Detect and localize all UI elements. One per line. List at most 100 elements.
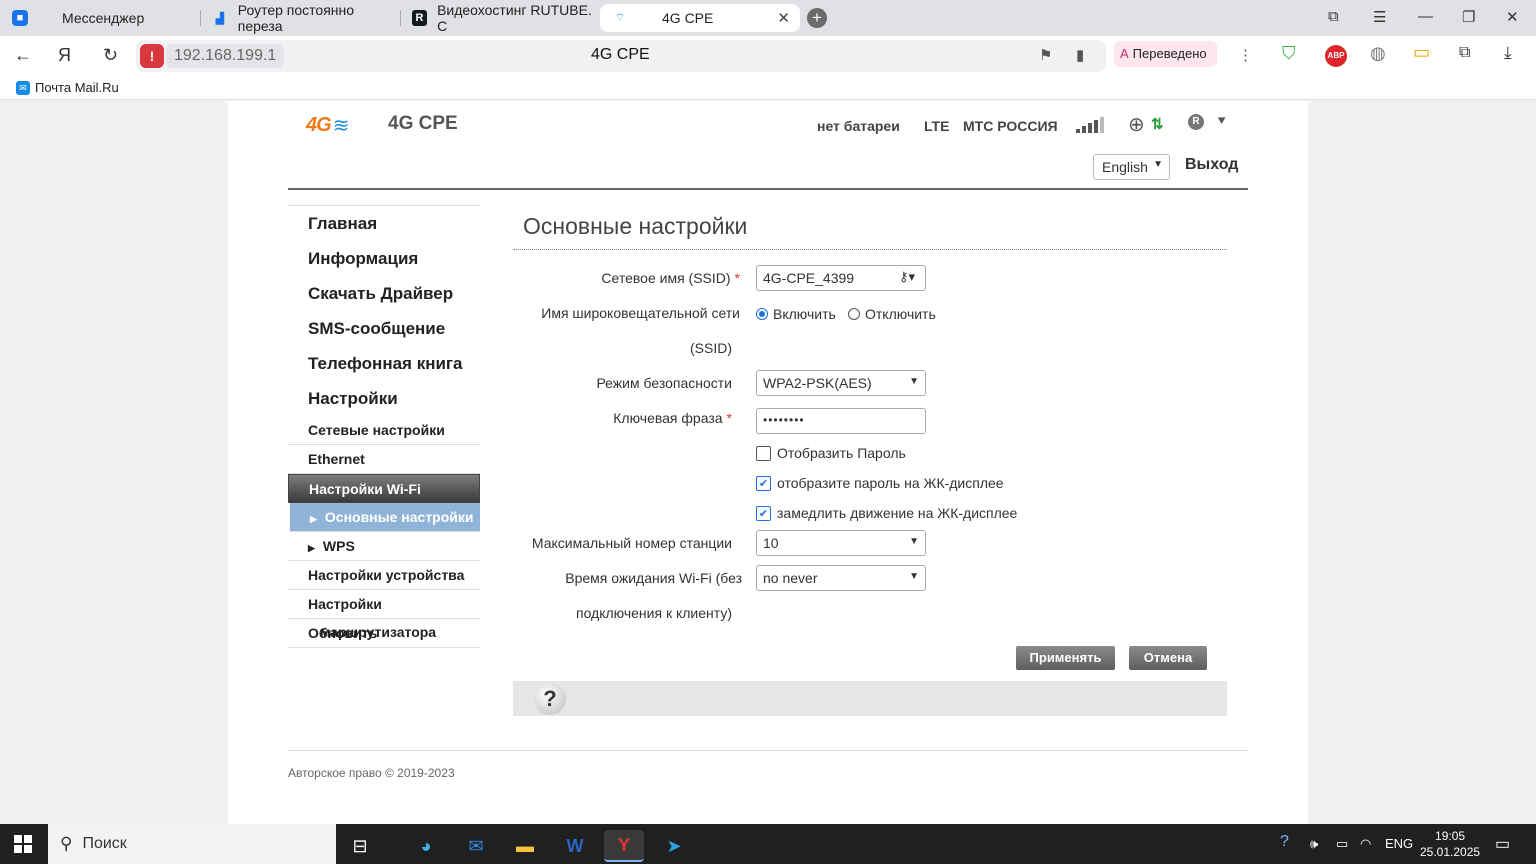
help-tray-icon[interactable]: ? <box>1280 833 1289 851</box>
submenu-settings[interactable]: Настройки <box>288 590 480 619</box>
checkmark-icon: ✔ <box>756 475 771 491</box>
submenu-ethernet[interactable]: Ethernet <box>288 445 480 474</box>
close-icon[interactable]: ✕ <box>777 9 790 27</box>
submenu-update-router[interactable]: Обновить маршрутизатора <box>288 619 480 648</box>
max-station-label: Максимальный номер станции <box>531 535 732 551</box>
menu-info[interactable]: Информация <box>288 241 480 276</box>
menu-home[interactable]: Главная <box>288 206 480 241</box>
submenu-device[interactable]: Настройки устройства <box>288 561 480 590</box>
windows-start-icon[interactable] <box>14 835 32 853</box>
yandex-browser-icon[interactable]: Y <box>604 830 644 862</box>
more-icon[interactable]: ⋮ <box>1238 46 1253 64</box>
minimize-icon[interactable]: — <box>1418 8 1433 25</box>
file-explorer-icon[interactable]: ▬ <box>505 830 545 862</box>
omnibox[interactable]: ! 192.168.199.1 4G CPE ⚑ ▮ <box>136 40 1106 72</box>
wifi-tray-icon[interactable]: ◠ <box>1360 836 1371 852</box>
wifi-wps[interactable]: ▶ WPS <box>288 532 480 561</box>
task-view-icon[interactable]: ⊟ <box>340 830 380 862</box>
back-icon[interactable]: ← <box>14 45 32 66</box>
broadcast-disable-radio[interactable]: Отключить <box>848 306 936 322</box>
notifications-icon[interactable]: ▭ <box>1495 834 1510 854</box>
help-icon[interactable]: ? <box>534 683 566 715</box>
volume-icon[interactable]: 🕪 <box>1310 836 1318 852</box>
tab-router-forum[interactable]: ▟ Роутер постоянно переза <box>200 2 400 34</box>
cancel-button[interactable]: Отмена <box>1129 646 1207 670</box>
language-select[interactable]: English ▼ <box>1093 154 1170 180</box>
forum-icon: ▟ <box>215 12 225 25</box>
taskbar-search[interactable]: ⚲ Поиск <box>48 824 336 864</box>
bookmark-mail[interactable]: ✉ Почта Mail.Ru <box>16 80 119 95</box>
address-bar: ← Я ↻ ! 192.168.199.1 4G CPE ⚑ ▮ A Переве… <box>0 36 1536 76</box>
apply-button[interactable]: Применять <box>1016 646 1115 670</box>
timeout-label: Время ожидания Wi-Fi (без <box>565 570 742 586</box>
translated-button[interactable]: A Переведено <box>1114 41 1217 67</box>
reload-icon[interactable]: ↻ <box>103 45 118 66</box>
tab-rutube[interactable]: R Видеохостинг RUTUBE. С <box>400 2 596 34</box>
logo-4g: 4G <box>306 114 332 136</box>
tabs-overview-icon[interactable]: ⧉ <box>1328 8 1339 25</box>
battery-extension-icon[interactable]: ▭ <box>1413 42 1430 63</box>
menu-phonebook[interactable]: Телефонная книга <box>288 346 480 381</box>
time: 19:05 <box>1435 829 1466 843</box>
broadcast-enable-radio[interactable]: Включить <box>756 306 836 322</box>
extensions-icon[interactable]: ⧉ <box>1459 44 1470 62</box>
rutube-icon: R <box>412 10 428 26</box>
timeout-select[interactable]: no never ▼ <box>756 565 926 591</box>
passphrase-input[interactable]: •••••••• <box>756 408 926 434</box>
download-icon[interactable]: ⤓ <box>1504 43 1512 63</box>
new-tab-button[interactable]: + <box>807 8 827 28</box>
telegram-icon[interactable]: ➤ <box>654 830 694 862</box>
security-select[interactable]: WPA2-PSK(AES) ▼ <box>756 370 926 396</box>
roaming-icon: R <box>1188 114 1204 130</box>
max-station-select[interactable]: 10 ▼ <box>756 530 926 556</box>
data-transfer-icon: ⇅ <box>1151 116 1164 133</box>
title-divider <box>513 249 1227 250</box>
window-close-icon[interactable]: ✕ <box>1506 8 1519 26</box>
chevron-down-icon: ▼ <box>909 536 919 547</box>
radio-selected <box>756 308 768 320</box>
menu-icon[interactable]: ☰ <box>1373 8 1386 26</box>
ssid-input[interactable]: 4G-CPE_4399 ⚷▾ <box>756 265 926 291</box>
yandex-icon[interactable]: Я <box>58 45 71 66</box>
restore-icon[interactable]: ❐ <box>1462 8 1475 26</box>
battery-status: нет батареи <box>817 118 900 134</box>
warning-icon[interactable]: ! <box>140 44 164 68</box>
show-password-checkbox[interactable]: Отобразить Пароль <box>756 445 906 461</box>
security-label: Режим безопасности <box>596 375 732 391</box>
show-lcd-password-checkbox[interactable]: ✔ отобразите пароль на ЖК-дисплее <box>756 475 1004 491</box>
search-placeholder: Поиск <box>82 835 127 852</box>
language-value: English <box>1102 159 1148 175</box>
slow-lcd-checkbox[interactable]: ✔ замедлить движение на ЖК-дисплее <box>756 505 1017 521</box>
checkbox-label: замедлить движение на ЖК-дисплее <box>777 505 1018 521</box>
word-icon[interactable]: W <box>555 830 595 862</box>
menu-settings[interactable]: Настройки <box>288 381 480 416</box>
submenu-network[interactable]: Сетевые настройки <box>288 416 480 445</box>
chevron-down-icon: ▼ <box>1153 159 1163 170</box>
clock[interactable]: 19:05 25.01.2025 <box>1420 828 1480 860</box>
menu-driver[interactable]: Скачать Драйвер <box>288 276 480 311</box>
checkbox-unchecked <box>756 445 771 461</box>
url-text[interactable]: 192.168.199.1 <box>166 44 285 68</box>
disable-label: Отключить <box>865 306 936 322</box>
logo-wifi-icon: ≋ <box>332 115 350 137</box>
wifi-basic-settings[interactable]: ▶ Основные настройки <box>290 503 480 532</box>
battery-icon[interactable]: ▭ <box>1336 836 1348 852</box>
bookmark-icon[interactable]: ▮ <box>1076 46 1084 64</box>
shield-icon[interactable]: ⛉ <box>1282 43 1296 64</box>
key-icon[interactable]: ⚷▾ <box>899 269 915 285</box>
globe-extension-icon[interactable]: ◍ <box>1370 43 1386 64</box>
translate-badge-icon: A <box>1120 46 1129 61</box>
footer-divider <box>288 750 1248 751</box>
tab-messenger[interactable]: ■ Мессенджер <box>0 4 198 32</box>
language-indicator[interactable]: ENG <box>1385 836 1413 851</box>
mail-app-icon[interactable]: ✉ <box>456 830 496 862</box>
adblock-icon[interactable]: ABP <box>1325 45 1347 67</box>
submenu-wifi[interactable]: Настройки Wi-Fi <box>288 474 480 503</box>
tab-4g-cpe[interactable]: ⌔ 4G CPE ✕ <box>600 4 800 32</box>
edge-icon[interactable]: ◕ <box>406 830 446 862</box>
menu-sms[interactable]: SMS-сообщение <box>288 311 480 346</box>
logo: 4G ≋ <box>306 113 349 138</box>
network-type: LTE <box>924 118 950 134</box>
logout-link[interactable]: Выход <box>1185 156 1238 174</box>
translate-icon[interactable]: ⚑ <box>1039 46 1052 64</box>
